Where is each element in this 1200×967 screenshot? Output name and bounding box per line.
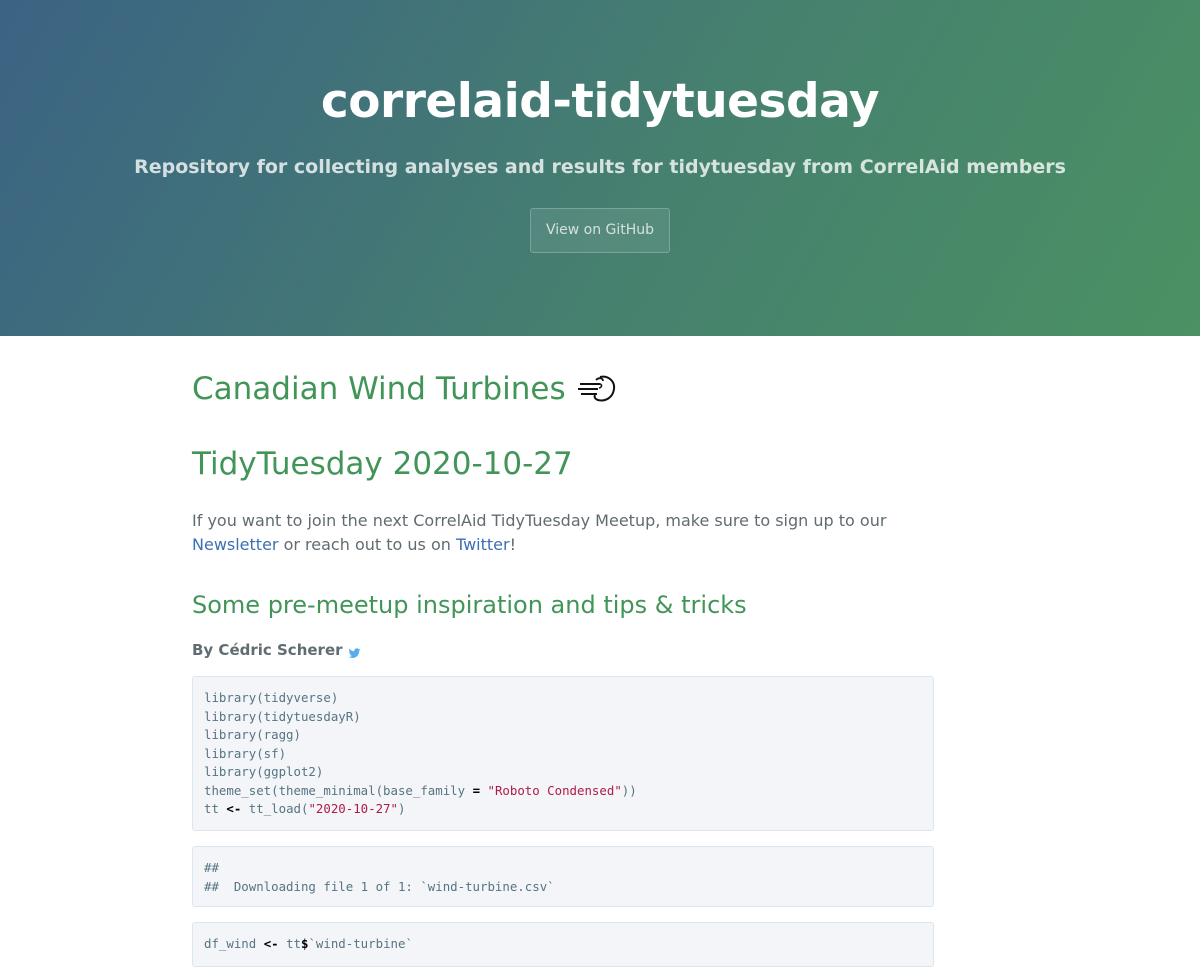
author-name: By Cédric Scherer <box>192 641 343 659</box>
intro-text-after: ! <box>509 535 516 554</box>
code-text: tt <box>278 936 301 951</box>
code-operator: = <box>472 782 481 798</box>
date-heading: TidyTuesday 2020-10-27 <box>192 446 573 482</box>
code-block-df-wind: df_wind <- tt$`wind-turbine` <box>192 922 934 967</box>
code-text: df_wind <box>204 936 264 951</box>
code-text: theme_set(theme_minimal(base_family <box>204 782 473 798</box>
code-line: ## Downloading file 1 of 1: `wind-turbin… <box>204 878 555 894</box>
newsletter-link[interactable]: Newsletter <box>192 535 279 554</box>
code-line-theme: theme_set(theme_minimal(base_family = "R… <box>204 783 637 798</box>
code-line-load: tt <- tt_load("2020-10-27") <box>204 801 405 816</box>
page-heading-text: Canadian Wind Turbines <box>192 371 566 407</box>
code-line: ## <box>204 860 219 875</box>
intro-text-middle: or reach out to us on <box>278 535 456 554</box>
wind-face-icon <box>576 373 616 405</box>
code-text: ) <box>397 801 406 816</box>
page-header: correlaid-tidytuesday Repository for col… <box>0 0 1200 336</box>
code-operator: <- <box>226 801 242 816</box>
code-text: tt <box>204 801 227 816</box>
code-string: "2020-10-27" <box>308 801 398 816</box>
twitter-bird-icon[interactable] <box>348 644 361 658</box>
code-text: `wind-turbine` <box>308 936 413 951</box>
project-tagline: Repository for collecting analyses and r… <box>134 156 1066 178</box>
code-block-libraries: library(tidyverse) library(tidytuesdayR)… <box>192 676 934 831</box>
subheading: Some pre-meetup inspiration and tips & t… <box>192 591 747 619</box>
intro-paragraph: If you want to join the next CorrelAid T… <box>192 509 934 557</box>
code-line: library(ggplot2) <box>204 764 324 779</box>
code-line: library(ragg) <box>204 727 301 742</box>
code-line: library(sf) <box>204 745 287 761</box>
code-operator: <- <box>263 936 279 951</box>
view-on-github-button[interactable]: View on GitHub <box>529 208 671 253</box>
page-heading: Canadian Wind Turbines <box>192 368 934 410</box>
code-text: )) <box>621 782 637 798</box>
intro-text-before: If you want to join the next CorrelAid T… <box>192 511 887 530</box>
code-text: tt_load( <box>241 801 309 816</box>
code-string: "Roboto Condensed" <box>487 782 622 798</box>
code-line: library(tidytuesdayR) <box>204 708 361 724</box>
twitter-link[interactable]: Twitter <box>456 535 510 554</box>
main-content: Canadian Wind Turbines TidyTuesday 2020-… <box>192 336 934 967</box>
project-name: correlaid-tidytuesday <box>320 74 880 129</box>
author-line: By Cédric Scherer <box>192 639 934 661</box>
code-line: library(tidyverse) <box>204 690 339 705</box>
code-block-output: ## ## Downloading file 1 of 1: `wind-tur… <box>192 846 934 907</box>
